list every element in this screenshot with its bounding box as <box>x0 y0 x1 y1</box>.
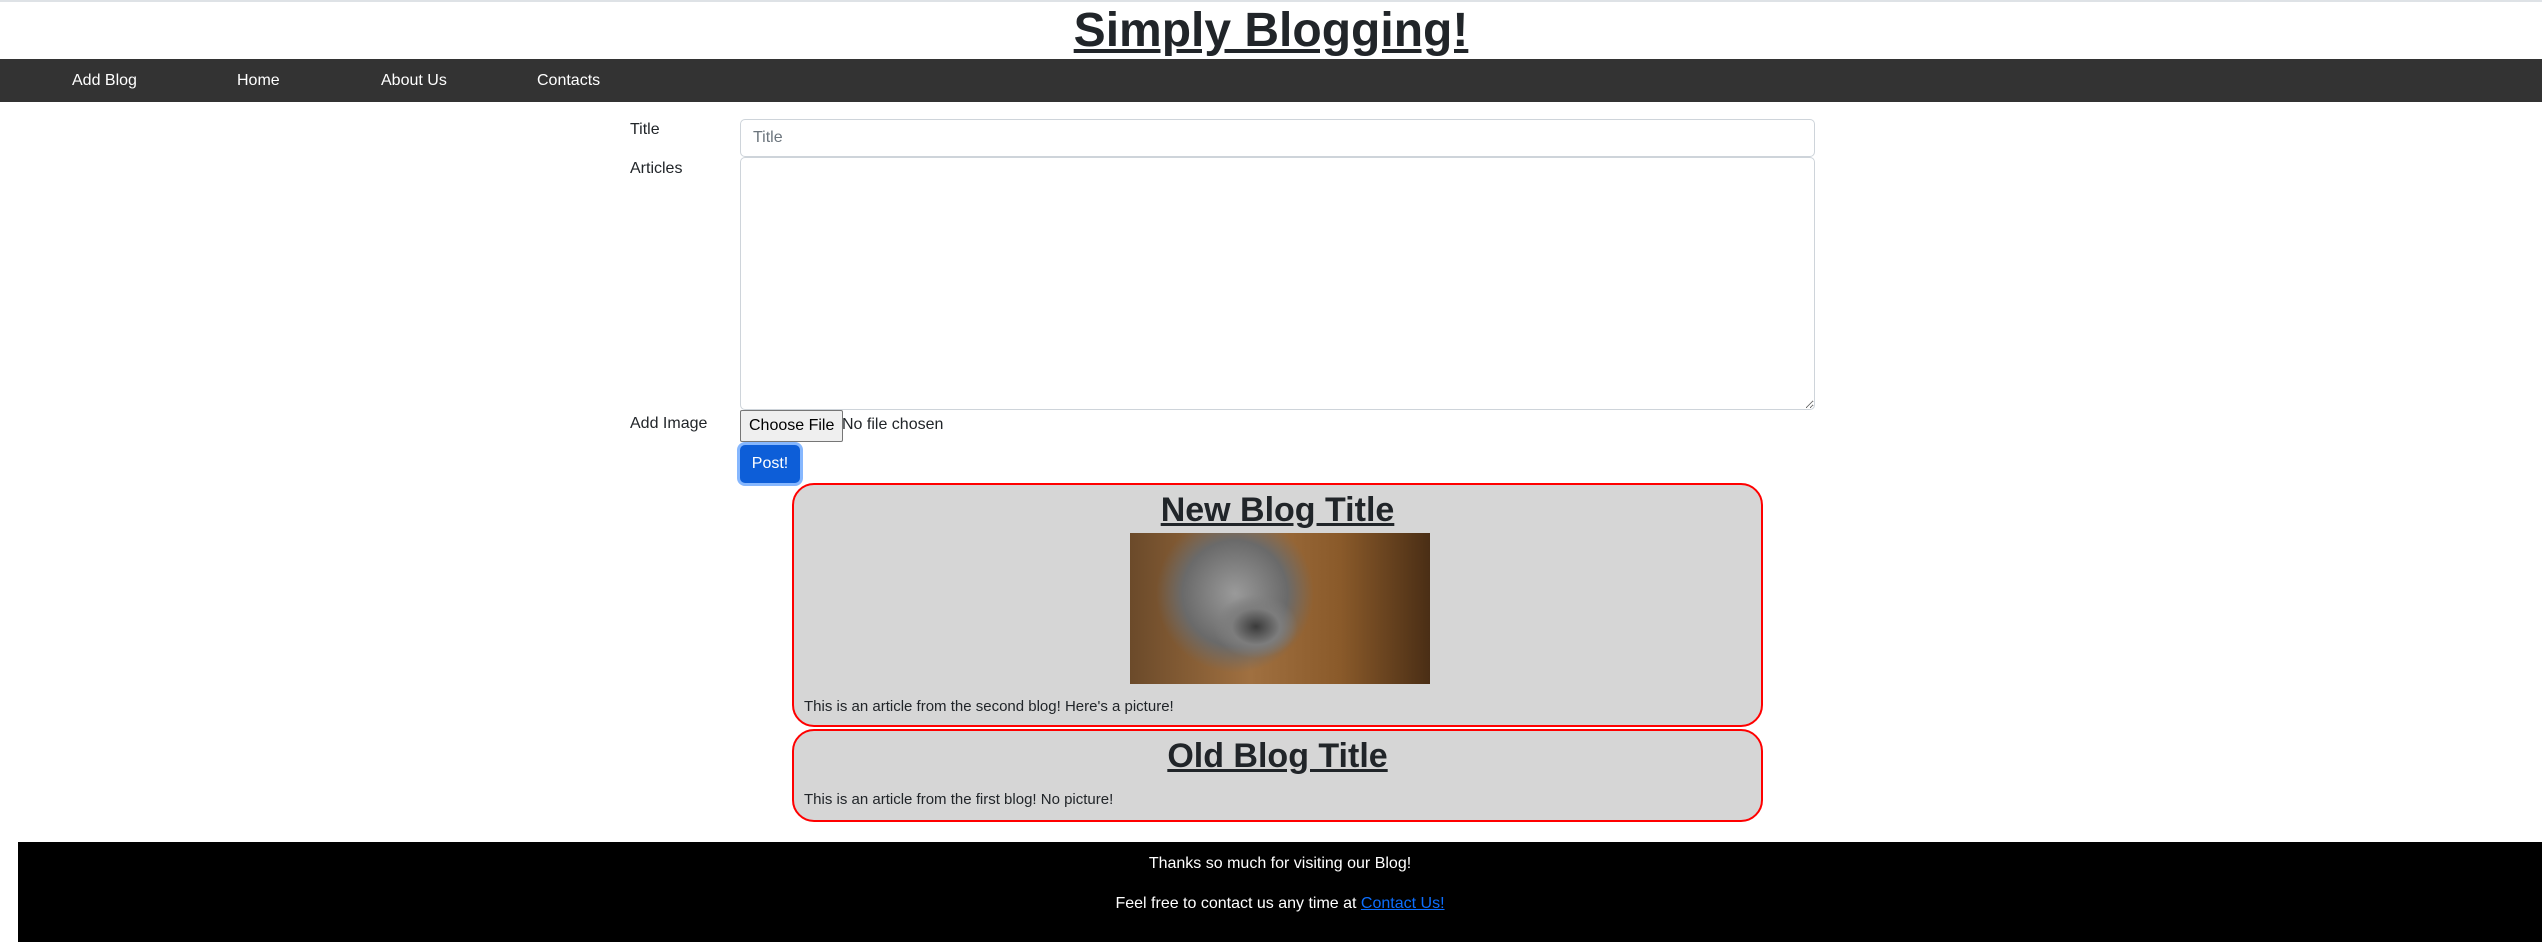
nav-about-us[interactable]: About Us <box>381 59 447 102</box>
footer-thanks: Thanks so much for visiting our Blog! <box>1148 855 1412 872</box>
choose-file-button[interactable]: Choose File <box>740 410 844 442</box>
blog-post-title: Old Blog Title <box>1167 737 1388 775</box>
contact-us-link[interactable]: Contact Us! <box>1361 895 1445 912</box>
nav-home[interactable]: Home <box>237 59 280 102</box>
site-title: Simply Blogging! <box>1073 4 1469 57</box>
footer: Thanks so much for visiting our Blog! Fe… <box>18 842 2542 942</box>
articles-label: Articles <box>630 160 683 177</box>
file-status: No file chosen <box>842 416 944 433</box>
blog-post: Old Blog Title This is an article from t… <box>792 729 1763 822</box>
footer-contact: Feel free to contact us any time at Cont… <box>18 895 2542 913</box>
footer-contact-text: Feel free to contact us any time at <box>1115 895 1361 912</box>
nav-bar: Add Blog Home About Us Contacts <box>0 59 2542 102</box>
title-input[interactable] <box>740 119 1815 157</box>
add-image-label: Add Image <box>630 415 708 432</box>
post-button[interactable]: Post! <box>740 445 800 483</box>
blog-post: New Blog Title This is an article from t… <box>792 483 1763 727</box>
nav-add-blog[interactable]: Add Blog <box>72 59 137 102</box>
blog-post-image <box>1130 533 1430 684</box>
title-label: Title <box>630 121 660 138</box>
blog-post-text: This is an article from the second blog!… <box>804 698 1174 715</box>
blog-post-text: This is an article from the first blog! … <box>804 791 1114 808</box>
articles-textarea[interactable] <box>740 157 1815 410</box>
nav-contacts[interactable]: Contacts <box>537 59 600 102</box>
blog-post-title: New Blog Title <box>1160 491 1395 529</box>
